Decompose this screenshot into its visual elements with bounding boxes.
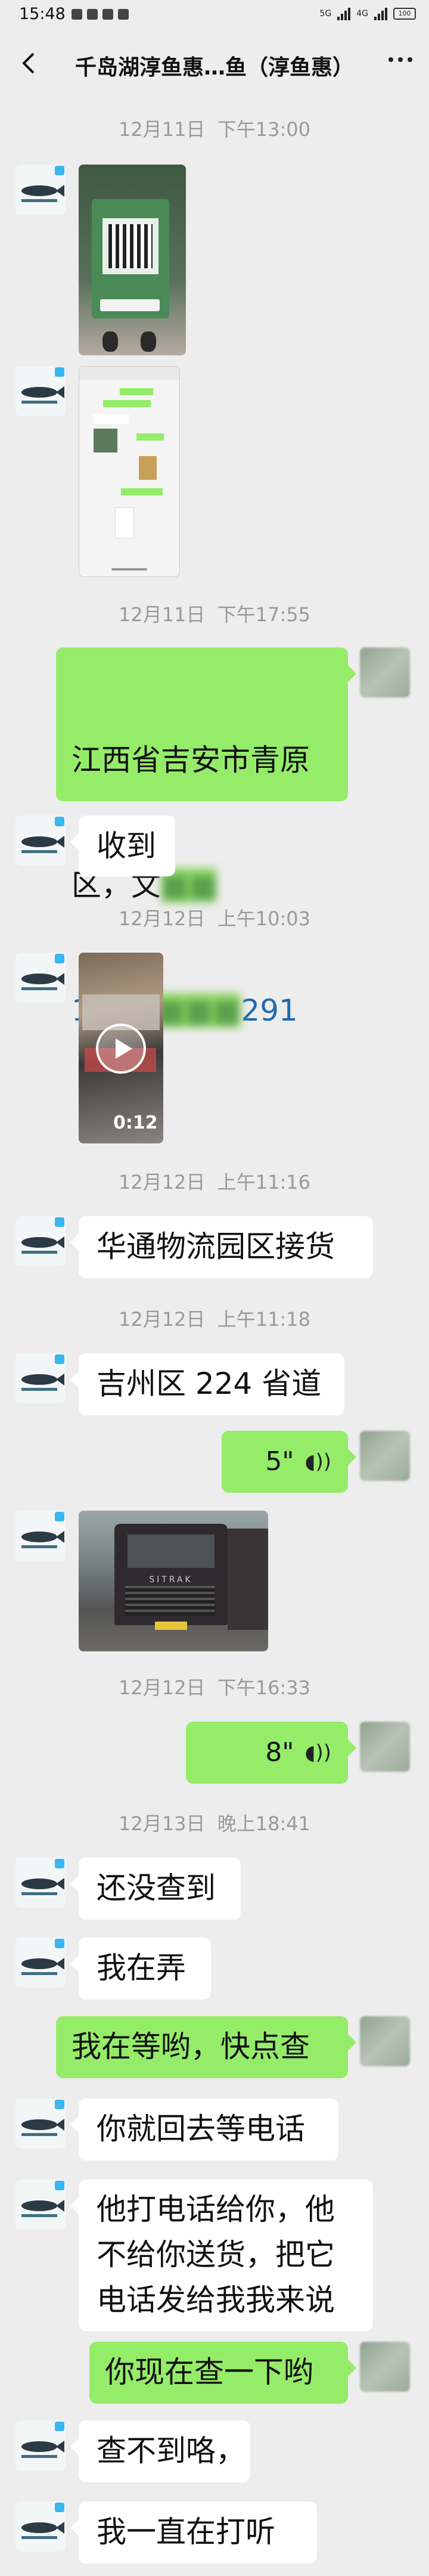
notification-icons	[72, 8, 129, 20]
message-bubble-contact[interactable]: 吉州区 224 省道	[70, 1353, 344, 1415]
chat-title: 千岛湖淳鱼惠…鱼（淳鱼惠）	[74, 55, 354, 80]
status-time: 15:48	[19, 5, 66, 23]
signal-icon	[337, 7, 351, 20]
contact-avatar[interactable]	[15, 1511, 66, 1561]
message-bubble-contact[interactable]: 他打电话给你，他 不给你送货，把它 电话发给我我来说	[70, 2180, 373, 2331]
screenshot-image-message[interactable]	[79, 366, 180, 577]
contact-avatar[interactable]	[15, 2180, 66, 2230]
back-button[interactable]	[17, 50, 41, 76]
app-notification-icon	[87, 9, 98, 20]
image-message[interactable]	[79, 165, 186, 355]
self-avatar[interactable]	[360, 1722, 410, 1772]
message-bubble-self[interactable]: 你现在查一下哟	[89, 2342, 356, 2404]
contact-avatar[interactable]	[15, 366, 66, 416]
timestamp: 12月12日 下午16:33	[118, 1676, 310, 1699]
self-avatar[interactable]	[360, 2016, 410, 2066]
signal-icon-2	[374, 7, 387, 20]
contact-avatar[interactable]	[15, 2098, 66, 2149]
message-bubble-contact[interactable]: 我一直在打听	[70, 2501, 317, 2563]
message-bubble-contact[interactable]: 你就回去等电话	[70, 2098, 338, 2160]
chat-header: 千岛湖淳鱼惠…鱼（淳鱼惠）	[0, 35, 429, 92]
badge-icon	[55, 1354, 64, 1364]
timestamp: 12月13日 晚上18:41	[118, 1812, 310, 1835]
voice-message-self[interactable]: 8" ◖))	[186, 1722, 356, 1784]
message-bubble-self[interactable]: 我在等哟，快点查	[56, 2016, 356, 2078]
message-bubble-contact[interactable]: 还没查到	[70, 1858, 241, 1920]
message-bubble-self[interactable]: 江西省吉安市青原 区，文■■ 139■■■■291	[56, 647, 356, 1028]
timestamp: 12月12日 上午10:03	[118, 907, 310, 930]
video-message[interactable]: 0:12	[79, 953, 163, 1143]
badge-icon	[55, 166, 64, 175]
timestamp: 12月12日 上午11:18	[118, 1308, 310, 1331]
more-dots-icon	[388, 57, 393, 62]
message-bubble-contact[interactable]: 华通物流园区接货	[70, 1216, 373, 1278]
contact-avatar[interactable]	[15, 2420, 66, 2470]
image-message[interactable]: SITRAK	[79, 1511, 268, 1651]
contact-avatar[interactable]	[15, 816, 66, 866]
badge-icon	[55, 2422, 64, 2431]
voice-duration: 5"	[265, 1446, 294, 1477]
badge-icon	[55, 954, 64, 963]
status-bar: 15:48 5G 4G 100	[0, 0, 429, 35]
status-right: 5G 4G 100	[319, 7, 416, 20]
badge-icon	[55, 2503, 64, 2512]
contact-avatar[interactable]	[15, 1938, 66, 1988]
badge-icon	[55, 1217, 64, 1227]
message-bubble-contact[interactable]: 收到	[70, 816, 175, 876]
more-button[interactable]	[388, 57, 412, 62]
app-notification-icon	[72, 9, 82, 20]
badge-icon	[55, 817, 64, 826]
voice-wave-icon: ◖))	[304, 1450, 331, 1474]
message-bubble-contact[interactable]: 我在弄	[70, 1938, 211, 2000]
message-bubble-contact[interactable]: 查不到咯，	[70, 2420, 250, 2482]
network-label-2: 4G	[356, 9, 368, 18]
self-avatar[interactable]	[360, 1431, 410, 1481]
chevron-left-icon	[22, 52, 35, 74]
voice-wave-icon: ◖))	[304, 1741, 331, 1765]
battery-icon: 100	[393, 8, 416, 20]
badge-icon	[55, 1512, 64, 1521]
self-avatar[interactable]	[360, 647, 410, 698]
contact-avatar[interactable]	[15, 1353, 66, 1403]
video-duration: 0:12	[113, 1112, 158, 1133]
badge-icon	[55, 2100, 64, 2109]
play-icon[interactable]	[94, 1022, 148, 1075]
contact-avatar[interactable]	[15, 1858, 66, 1908]
voice-duration: 8"	[265, 1737, 294, 1768]
contact-avatar[interactable]	[15, 2501, 66, 2552]
contact-avatar[interactable]	[15, 165, 66, 215]
timestamp: 12月12日 上午11:16	[118, 1171, 310, 1194]
self-avatar[interactable]	[360, 2342, 410, 2392]
truck-brand: SITRAK	[149, 1575, 193, 1585]
contact-avatar[interactable]	[15, 1216, 66, 1266]
voice-message-self[interactable]: 5" ◖))	[222, 1431, 356, 1493]
badge-icon	[55, 367, 64, 377]
badge-icon	[55, 2181, 64, 2190]
license-plate	[155, 1622, 187, 1630]
app-notification-icon	[102, 9, 113, 20]
timestamp: 12月11日 下午17:55	[118, 603, 310, 626]
badge-icon	[55, 1939, 64, 1948]
contact-avatar[interactable]	[15, 953, 66, 1003]
badge-icon	[55, 1859, 64, 1868]
timestamp: 12月11日 下午13:00	[118, 118, 310, 141]
qr-code-icon	[102, 218, 158, 274]
network-label: 5G	[319, 9, 332, 18]
app-notification-icon	[118, 9, 129, 20]
